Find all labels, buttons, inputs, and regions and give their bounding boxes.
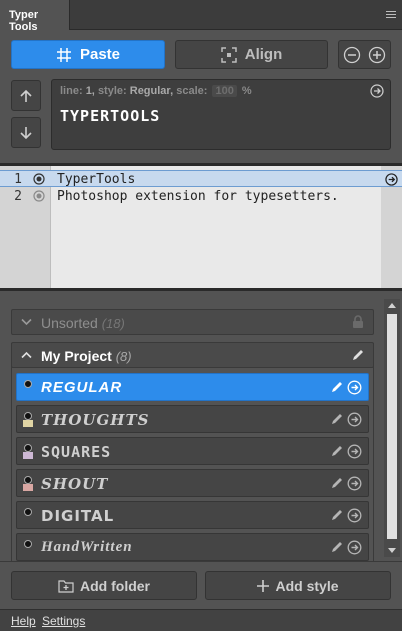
add-folder-label: Add folder — [80, 577, 150, 594]
paste-icon — [56, 47, 71, 62]
pencil-icon[interactable] — [330, 412, 344, 426]
panel-footer: Help Settings — [0, 609, 402, 631]
goto-arrow-icon[interactable] — [347, 444, 362, 459]
style-name: SHOUT — [41, 475, 109, 493]
goto-arrow-icon[interactable] — [347, 540, 362, 555]
align-button[interactable]: Align — [175, 40, 328, 69]
line-preview: line: 1, style: Regular, scale: 100 % TY… — [51, 79, 391, 150]
scrollbar-thumb[interactable] — [387, 314, 397, 539]
add-folder-button[interactable]: Add folder — [11, 571, 197, 600]
goto-arrow-icon[interactable] — [347, 508, 362, 523]
style-name: SQUARES — [41, 443, 112, 461]
minus-circle-icon[interactable] — [343, 46, 361, 64]
folder-name: Unsorted (18) — [41, 315, 125, 331]
pencil-icon[interactable] — [330, 444, 344, 458]
pencil-icon[interactable] — [351, 348, 365, 362]
paste-label: Paste — [79, 46, 121, 63]
goto-arrow-icon[interactable] — [347, 476, 362, 491]
chevron-up-icon[interactable] — [21, 351, 32, 359]
help-link[interactable]: Help — [11, 614, 36, 628]
style-color-swatch — [23, 508, 33, 524]
style-row[interactable]: REGULAR — [16, 373, 369, 401]
style-color-swatch — [23, 540, 33, 556]
style-color-swatch — [23, 444, 33, 460]
styles-scrollbar[interactable] — [384, 299, 400, 557]
lock-icon — [353, 315, 363, 328]
add-style-button[interactable]: Add style — [205, 571, 391, 600]
goto-arrow-icon[interactable] — [370, 84, 384, 98]
styles-panel: Unsorted (18) My Project (8) REGULAR THOU… — [0, 297, 402, 561]
editor-line[interactable]: 2 Photoshop extension for typesetters. — [0, 188, 402, 205]
pencil-icon[interactable] — [330, 476, 344, 490]
line-info: line: 1, style: Regular, scale: 100 % — [60, 85, 252, 97]
zoom-controls — [338, 40, 391, 69]
chevron-down-icon[interactable] — [21, 318, 32, 326]
preview-sample-text: TYPERTOOLS — [60, 107, 161, 125]
scale-unit: % — [241, 85, 252, 97]
scroll-up-arrow-icon[interactable] — [388, 303, 396, 308]
bottom-actions: Add folder Add style — [0, 561, 402, 610]
folder-name: My Project (8) — [41, 348, 132, 364]
line-number: 1 — [14, 172, 22, 187]
line-text: Photoshop extension for typesetters. — [57, 189, 339, 204]
panel-tab[interactable]: Typer Tools — [0, 0, 70, 33]
target-dot-icon[interactable] — [33, 190, 45, 202]
arrow-down-icon — [20, 126, 32, 139]
line-label: line: — [60, 85, 83, 97]
plus-icon — [257, 579, 270, 592]
align-icon — [221, 46, 237, 63]
folder-plus-icon — [58, 579, 74, 593]
style-row[interactable]: DIGITAL — [16, 501, 369, 529]
line-text: TyperTools — [57, 172, 136, 187]
arrow-up-icon — [20, 89, 32, 102]
style-color-swatch — [23, 476, 33, 492]
panel-tabbar: Typer Tools — [0, 0, 402, 33]
scale-input[interactable]: 100 — [212, 85, 237, 97]
goto-arrow-icon[interactable] — [347, 412, 362, 427]
pencil-icon[interactable] — [330, 380, 344, 394]
style-color-swatch — [23, 380, 33, 396]
style-row[interactable]: HandWritten — [16, 533, 369, 561]
settings-link[interactable]: Settings — [42, 614, 85, 628]
style-value: Regular, — [129, 85, 174, 97]
line-down-button[interactable] — [11, 117, 41, 148]
line-number: 2 — [14, 189, 22, 204]
plus-circle-icon[interactable] — [368, 46, 386, 64]
editor-line[interactable]: 1 TyperTools — [0, 170, 402, 187]
goto-arrow-icon[interactable] — [347, 380, 362, 395]
style-row[interactable]: THOUGHTS — [16, 405, 369, 433]
style-color-swatch — [23, 412, 33, 428]
scale-label: scale: — [176, 85, 208, 97]
folder-unsorted[interactable]: Unsorted (18) — [11, 309, 374, 335]
add-style-label: Add style — [275, 577, 339, 594]
align-label: Align — [244, 46, 283, 63]
style-name: REGULAR — [41, 379, 123, 396]
panel-menu-icon[interactable] — [386, 11, 396, 19]
paste-button[interactable]: Paste — [11, 40, 165, 69]
style-row[interactable]: SQUARES — [16, 437, 369, 465]
pencil-icon[interactable] — [330, 540, 344, 554]
pencil-icon[interactable] — [330, 508, 344, 522]
style-label: style: — [97, 85, 127, 97]
line-up-button[interactable] — [11, 80, 41, 111]
style-name: THOUGHTS — [41, 411, 150, 429]
style-name: HandWritten — [41, 539, 133, 555]
style-row[interactable]: SHOUT — [16, 469, 369, 497]
style-name: DIGITAL — [41, 507, 115, 525]
goto-arrow-icon[interactable] — [385, 173, 398, 186]
target-dot-icon[interactable] — [33, 173, 45, 185]
scroll-down-arrow-icon[interactable] — [388, 548, 396, 553]
text-editor[interactable]: 1 TyperTools 2 Photoshop extension for t… — [0, 163, 402, 291]
line-value: 1, — [85, 85, 95, 97]
folder-my-project[interactable]: My Project (8) — [11, 342, 374, 368]
